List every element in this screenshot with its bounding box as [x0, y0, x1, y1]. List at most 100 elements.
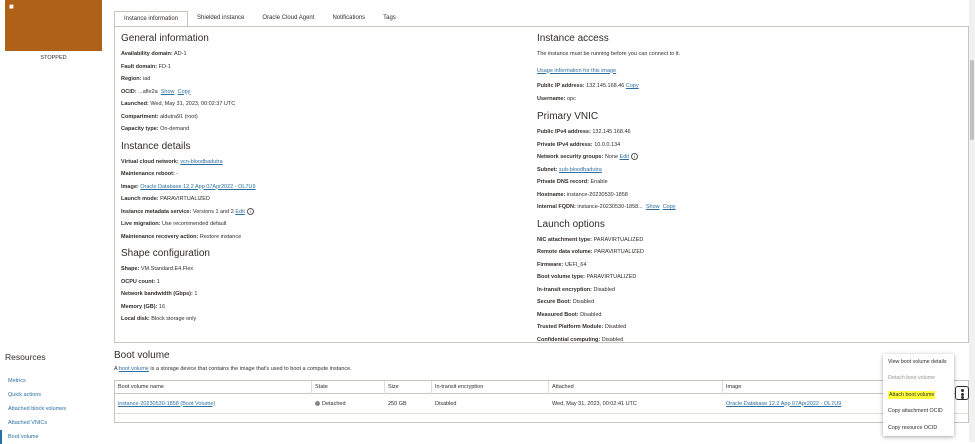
metadata-service-row: Instance metadata service: Versions 1 an… — [121, 206, 256, 219]
info-icon[interactable]: i — [631, 153, 639, 161]
menu-item-copy-resource-ocid[interactable]: Copy resource OCID — [883, 420, 954, 436]
resource-link-metrics[interactable]: Metrics — [0, 374, 106, 388]
vcn-row: Virtual cloud network: vcn-bloodbadutra — [121, 158, 223, 165]
scrollbar-thumb[interactable] — [970, 60, 974, 140]
launch-options-title: Launch options — [537, 218, 605, 230]
maintenance-recovery-row: Maintenance recovery action: Restore ins… — [121, 233, 242, 240]
attached-cell: Wed, May 31, 2023, 00:02:41 UTC — [552, 400, 637, 407]
tpm-row: Trusted Platform Module: Disabled — [537, 324, 627, 330]
attach-highlight: Attach boot volume — [888, 390, 936, 399]
boot-volume-type-row: Boot volume type: PARAVIRTUALIZED — [537, 274, 637, 280]
menu-item-copy-attachment-ocid[interactable]: Copy attachment OCID — [883, 403, 954, 419]
public-ipv4-row: Public IPv4 address: 132.145.168.46 — [537, 129, 631, 135]
left-info-column: General information Availability domain:… — [121, 33, 256, 326]
help-widget-icon[interactable] — [955, 386, 969, 400]
memory-row: Memory (GB): 16 — [121, 303, 166, 310]
nsg-row: Network security groups: None Edit i — [537, 151, 680, 164]
instance-access-title: Instance access — [537, 33, 609, 44]
in-transit-encryption-row: In-transit encryption: Disabled — [537, 286, 615, 293]
resources-nav: Metrics Quick actions Attached block vol… — [0, 374, 106, 444]
public-ip-copy-link[interactable]: Copy — [626, 83, 639, 89]
tab-oracle-cloud-agent[interactable]: Oracle Cloud Agent — [253, 11, 323, 26]
state-cell: Detached — [312, 401, 385, 407]
shape-row: Shape: VM.Standard.E4.Flex — [121, 266, 194, 272]
instance-status-icon: ■ — [5, 0, 102, 51]
tab-bar: Instance information Shielded instance O… — [114, 11, 405, 26]
instance-details-title: Instance details — [121, 140, 191, 152]
measured-boot-row: Measured Boot: Disabled — [537, 311, 602, 318]
resource-link-attached-vnics[interactable]: Attached VNICs — [0, 416, 106, 430]
secure-boot-row: Secure Boot: Disabled — [537, 299, 595, 305]
tab-notifications[interactable]: Notifications — [323, 11, 374, 26]
access-note: The instance must be running before you … — [537, 51, 681, 57]
subnet-link[interactable]: sub-bloodbadutra — [559, 167, 602, 173]
resources-title: Resources — [5, 352, 46, 362]
image-link[interactable]: Oracle Database 12.2 App 07Apr2022 - OL7… — [140, 184, 255, 190]
ocid-row: OCID: ...afle2a Show Copy — [121, 88, 191, 95]
usage-info-row: Usage information for this image — [537, 65, 680, 78]
menu-item-view-details[interactable]: View boot volume details — [883, 354, 954, 370]
table-row: instance-20230530-1858 (Boot Volume) Det… — [115, 394, 968, 414]
resource-link-quick-actions[interactable]: Quick actions — [0, 388, 106, 402]
capacity-type-row: Capacity type: On-demand — [121, 126, 190, 132]
usage-info-link[interactable]: Usage information for this image — [537, 68, 616, 74]
image-cell-link[interactable]: Oracle Database 12.2 App 07Apr2022 - OL7… — [726, 401, 841, 407]
column-header-name: Boot volume name — [115, 380, 312, 394]
tab-tags[interactable]: Tags — [374, 11, 405, 26]
launched-row: Launched: Wed, May 31, 2023, 00:02:37 UT… — [121, 101, 236, 107]
fqdn-copy-link[interactable]: Copy — [663, 204, 676, 210]
ocid-show-link[interactable]: Show — [161, 89, 175, 95]
local-disk-row: Local disk: Block storage only — [121, 316, 197, 322]
nic-attachment-row: NIC attachment type: PARAVIRTUALIZED — [537, 236, 644, 243]
tab-shielded-instance[interactable]: Shielded instance — [188, 11, 253, 26]
menu-item-detach[interactable]: Detach boot volume — [883, 370, 954, 386]
ocpu-row: OCPU count: 1 — [121, 278, 160, 285]
resource-link-attached-block-volumes[interactable]: Attached block volumes — [0, 402, 106, 416]
column-header-encryption: In-transit encryption — [432, 380, 549, 394]
instance-state-label: STOPPED — [40, 55, 67, 61]
compartment-row: Compartment: aldutra91 (root) — [121, 113, 198, 120]
boot-volume-doc-link[interactable]: boot volume — [119, 366, 149, 372]
boot-volume-name-cell: instance-20230530-1858 (Boot Volume) — [115, 401, 312, 407]
ocid-copy-link[interactable]: Copy — [178, 89, 191, 95]
remote-data-volume-row: Remote data volume: PARAVIRTUALIZED — [537, 249, 644, 255]
metadata-edit-link[interactable]: Edit — [235, 209, 244, 215]
private-ipv4-row: Private IPv4 address: 10.0.0.134 — [537, 141, 621, 148]
private-dns-row: Private DNS record: Enable — [537, 179, 608, 185]
fqdn-show-link[interactable]: Show — [646, 204, 660, 210]
live-migration-row: Live migration: Use recommended default — [121, 221, 227, 227]
primary-vnic-title: Primary VNIC — [537, 111, 599, 122]
firmware-row: Firmware: UEFI_64 — [537, 261, 587, 268]
boot-volume-title: Boot volume — [114, 350, 170, 361]
menu-item-attach[interactable]: Attach boot volume — [883, 387, 954, 403]
availability-domain-row: Availability domain: AD-1 — [121, 51, 187, 57]
left-column: ■ STOPPED Resources Metrics Quick action… — [0, 0, 106, 444]
fqdn-row: Internal FQDN: instance-20230530-1858...… — [537, 204, 676, 210]
subnet-row: Subnet: sub-bloodbadutra — [537, 166, 602, 173]
username-row: Username: opc — [537, 95, 576, 102]
launch-mode-row: Launch mode: PARAVIRTUALIZED — [121, 196, 210, 202]
vcn-link[interactable]: vcn-bloodbadutra — [180, 159, 223, 165]
maintenance-reboot-row: Maintenance reboot: - — [121, 171, 179, 177]
general-information-title: General information — [121, 33, 209, 44]
right-info-column: Instance access The instance must be run… — [537, 33, 680, 346]
row-actions-menu: View boot volume details Detach boot vol… — [883, 354, 954, 436]
column-header-size: Size — [385, 380, 432, 394]
tab-instance-information[interactable]: Instance information — [114, 11, 189, 26]
public-ip-row: Public IP address: 132.145.168.46 Copy — [537, 83, 639, 89]
shape-configuration-title: Shape configuration — [121, 248, 210, 259]
fault-domain-row: Fault domain: FD-1 — [121, 63, 171, 70]
nsg-edit-link[interactable]: Edit — [620, 154, 629, 160]
info-icon[interactable]: i — [246, 207, 254, 215]
column-header-attached: Attached — [549, 380, 723, 394]
encryption-cell: Disabled — [435, 400, 457, 407]
boot-volume-name-link[interactable]: instance-20230530-1858 (Boot Volume) — [118, 401, 215, 407]
image-row: Image: Oracle Database 12.2 App 07Apr202… — [121, 183, 256, 190]
column-header-state: State — [312, 380, 385, 394]
bandwidth-row: Network bandwidth (Gbps): 1 — [121, 291, 198, 297]
size-cell: 250 GB — [388, 400, 407, 407]
table-header: Boot volume name State Size In-transit e… — [115, 380, 968, 394]
region-row: Region: iad — [121, 76, 151, 82]
page-scrollbar[interactable] — [969, 0, 975, 442]
status-dot-icon — [315, 400, 320, 406]
